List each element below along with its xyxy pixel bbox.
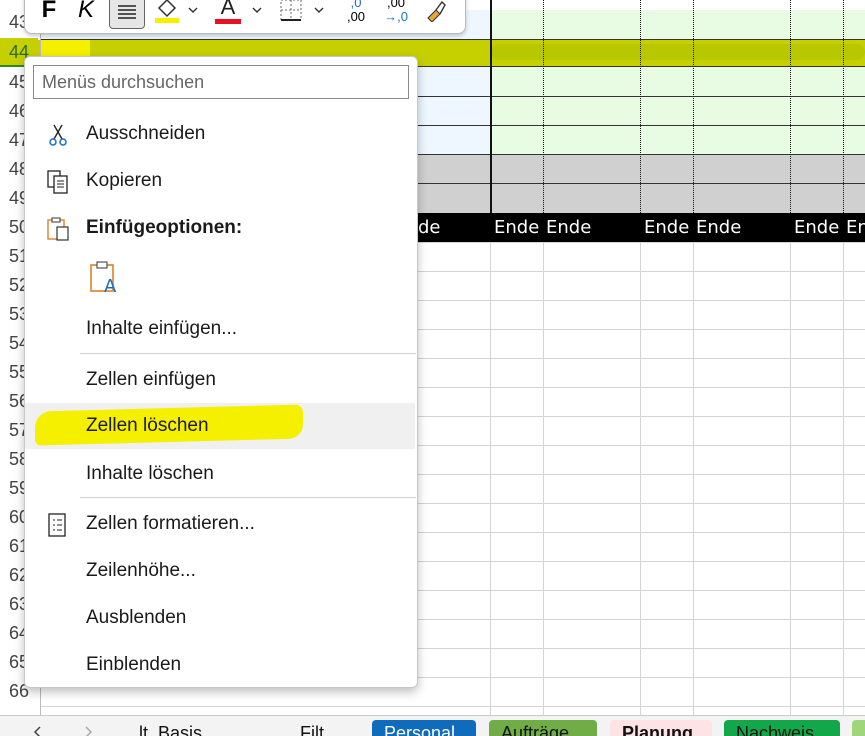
align-center-button[interactable] <box>109 0 145 29</box>
cell-range-green-2 <box>490 66 865 154</box>
chevron-down-icon <box>188 7 198 13</box>
sheet-tab-next[interactable] <box>852 720 865 736</box>
fill-color-dropdown[interactable] <box>185 0 201 27</box>
format-cells-label: Zellen formatieren... <box>86 513 255 534</box>
decrease-decimal-bottom: →,0 <box>384 9 408 24</box>
paste-options-label: Einfügeoptionen: <box>86 217 243 238</box>
borders-button[interactable] <box>277 0 305 27</box>
font-color-letter: A <box>220 0 236 19</box>
borders-dropdown[interactable] <box>311 0 327 27</box>
align-center-icon <box>118 5 136 19</box>
cut-menu-item[interactable]: Ausschneiden <box>25 111 415 157</box>
paste-option-keep-text[interactable]: A <box>25 255 415 301</box>
font-color-dropdown[interactable] <box>249 0 265 27</box>
ende-cell: Ende <box>546 217 592 238</box>
fill-color-button[interactable] <box>151 0 183 27</box>
highlight-stroke <box>490 44 865 60</box>
decrease-decimal-button[interactable]: ,00 →,0 <box>379 0 413 27</box>
clear-contents-label: Inhalte löschen <box>86 463 214 484</box>
hide-menu-item[interactable]: Ausblenden <box>25 595 415 641</box>
svg-text:A: A <box>104 276 117 295</box>
hide-label: Ausblenden <box>86 607 187 628</box>
menu-separator <box>80 353 416 354</box>
paste-special-menu-item[interactable]: Inhalte einfügen... <box>25 306 415 352</box>
insert-cells-menu-item[interactable]: Zellen einfügen <box>25 357 415 403</box>
context-menu: Menüs durchsuchen Ausschneiden Kopieren … <box>24 56 418 688</box>
ende-cell: Ende <box>644 217 690 238</box>
increase-decimal-bottom: ,00 <box>346 9 366 24</box>
insert-cells-label: Zellen einfügen <box>86 369 216 390</box>
menu-separator <box>80 497 416 498</box>
row-height-menu-item[interactable]: Zeilenhöhe... <box>25 548 415 594</box>
format-painter-icon <box>427 0 446 22</box>
unhide-label: Einblenden <box>86 654 182 675</box>
sheet-tab-auftraege[interactable]: Aufträge <box>489 720 597 736</box>
sheet-tab[interactable]: Filt... <box>288 720 351 736</box>
sheet-tabs-bar: ...lt_Basis Filt... Personal Aufträge Pl… <box>0 715 865 736</box>
format-cells-icon <box>48 513 66 537</box>
delete-cells-menu-item[interactable]: Zellen löschen <box>25 403 415 449</box>
ende-cell: Ende <box>696 217 742 238</box>
ende-cell: de <box>418 217 441 238</box>
italic-button[interactable]: K <box>73 0 99 27</box>
chevron-down-icon <box>314 7 324 13</box>
sheet-tab-nachweis[interactable]: Nachweis <box>724 720 840 736</box>
ende-cell: Ende <box>794 217 840 238</box>
sheet-tab[interactable]: ...lt_Basis <box>112 720 214 736</box>
paste-text-icon: A <box>90 261 117 295</box>
paste-special-label: Inhalte einfügen... <box>86 318 238 339</box>
paste-options-heading: Einfügeoptionen: <box>25 205 415 251</box>
increase-decimal-button[interactable]: ,0 ,00 <box>339 0 373 27</box>
format-cells-menu-item[interactable]: Zellen formatieren... <box>25 501 415 547</box>
copy-menu-item[interactable]: Kopieren <box>25 158 415 204</box>
format-painter-button[interactable] <box>421 0 451 27</box>
sheet-tab-personal[interactable]: Personal <box>372 720 476 736</box>
copy-label: Kopieren <box>86 170 163 191</box>
clear-contents-menu-item[interactable]: Inhalte löschen <box>25 451 415 497</box>
borders-icon <box>280 0 302 21</box>
cell-range-green <box>490 10 865 40</box>
font-color-swatch <box>215 18 241 24</box>
copy-icon <box>47 170 68 194</box>
menu-search-input[interactable]: Menüs durchsuchen <box>33 65 409 99</box>
font-color-button[interactable]: A <box>211 0 245 27</box>
ende-cell: Ende <box>494 217 540 238</box>
row-height-label: Zeilenhöhe... <box>86 560 196 581</box>
sheet-tab-planung[interactable]: Planung <box>610 720 712 736</box>
unhide-menu-item[interactable]: Einblenden <box>25 642 415 688</box>
delete-cells-label: Zellen löschen <box>86 415 209 436</box>
bold-button[interactable]: F <box>35 0 63 27</box>
cut-label: Ausschneiden <box>86 123 206 144</box>
clipboard-icon <box>47 217 69 241</box>
mini-toolbar: F K A ,0 ,00 ,00 →,0 <box>24 0 466 34</box>
ende-cell: En <box>846 217 865 238</box>
chevron-down-icon <box>252 7 262 13</box>
paint-bucket-icon <box>155 0 179 23</box>
scissors-icon <box>49 124 67 146</box>
